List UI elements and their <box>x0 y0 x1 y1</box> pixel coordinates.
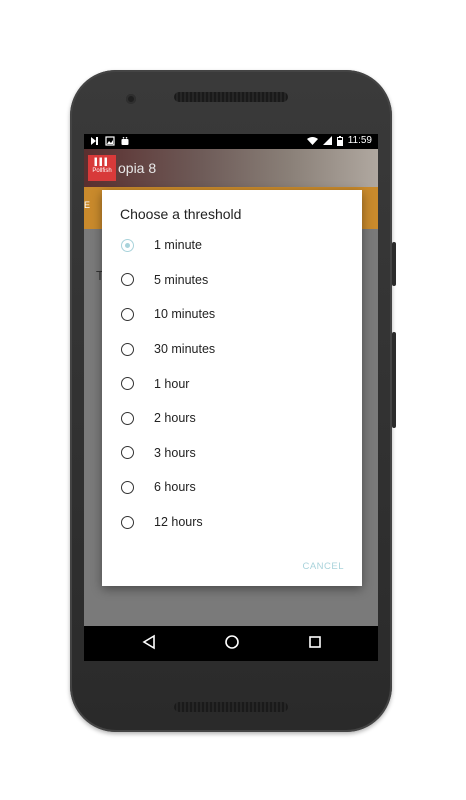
status-bar: 11:59 <box>84 134 378 149</box>
option-30-minutes[interactable]: 30 minutes <box>102 332 362 367</box>
volume-button[interactable] <box>392 332 396 428</box>
option-3-hours[interactable]: 3 hours <box>102 436 362 471</box>
option-12-hours[interactable]: 12 hours <box>102 505 362 540</box>
app-bar: ▌▌▌ Pollfish opia 8 <box>84 149 378 187</box>
power-button[interactable] <box>392 242 396 286</box>
radio-icon[interactable] <box>121 377 134 391</box>
option-label: 1 hour <box>154 376 190 391</box>
option-1-hour[interactable]: 1 hour <box>102 366 362 401</box>
option-label: 3 hours <box>154 445 196 460</box>
image-notification-icon <box>105 136 115 146</box>
wifi-icon <box>306 137 318 145</box>
radio-icon[interactable] <box>121 307 134 321</box>
radio-icon[interactable] <box>121 515 134 529</box>
option-label: 2 hours <box>154 411 196 426</box>
earpiece-speaker <box>174 92 288 102</box>
radio-icon[interactable] <box>121 480 134 494</box>
option-label: 30 minutes <box>154 342 216 357</box>
option-label: 1 minute <box>154 238 202 253</box>
option-6-hours[interactable]: 6 hours <box>102 470 362 505</box>
threshold-options: 1 minute 5 minutes 10 minutes 30 minutes… <box>102 228 362 539</box>
radio-icon[interactable] <box>121 342 134 356</box>
android-notification-icon <box>121 137 129 145</box>
front-camera <box>126 94 136 104</box>
radio-icon[interactable] <box>121 273 134 287</box>
back-icon[interactable] <box>142 634 156 650</box>
recents-icon[interactable] <box>308 634 322 650</box>
option-5-minutes[interactable]: 5 minutes <box>102 263 362 298</box>
dialog-title: Choose a threshold <box>120 206 242 222</box>
threshold-dialog: Choose a threshold 1 minute 5 minutes 10… <box>102 190 362 586</box>
battery-icon <box>336 135 343 146</box>
app-logo-text: Pollfish <box>92 168 112 174</box>
app-notification-icon <box>91 137 98 145</box>
app-logo: ▌▌▌ Pollfish <box>88 155 116 181</box>
option-1-minute[interactable]: 1 minute <box>102 228 362 263</box>
radio-icon[interactable] <box>121 446 134 460</box>
option-label: 5 minutes <box>154 272 209 287</box>
navigation-bar <box>84 626 378 661</box>
radio-selected-icon[interactable] <box>121 238 134 252</box>
status-time: 11:59 <box>347 135 372 146</box>
bottom-speaker <box>174 702 288 712</box>
option-label: 6 hours <box>154 480 196 495</box>
option-label: 10 minutes <box>154 307 216 322</box>
radio-icon[interactable] <box>121 411 134 425</box>
option-label: 12 hours <box>154 515 203 530</box>
option-10-minutes[interactable]: 10 minutes <box>102 297 362 332</box>
option-2-hours[interactable]: 2 hours <box>102 401 362 436</box>
banner-label: E <box>84 200 91 210</box>
app-title: opia 8 <box>118 160 157 176</box>
signal-icon <box>322 136 332 145</box>
cancel-button[interactable]: CANCEL <box>302 561 344 572</box>
home-icon[interactable] <box>224 634 240 650</box>
